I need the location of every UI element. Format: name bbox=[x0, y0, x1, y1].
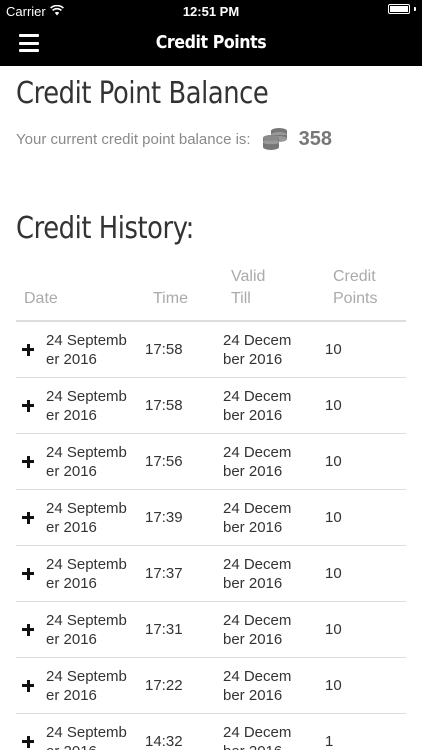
plus-icon[interactable] bbox=[22, 735, 34, 748]
cell-credit-points: 1 bbox=[325, 713, 406, 750]
date-text: 24 September 2016 bbox=[46, 723, 127, 750]
cell-date: 24 September 2016 bbox=[16, 489, 145, 546]
column-header-time: Time bbox=[145, 266, 223, 322]
cell-time: 14:32 bbox=[145, 713, 223, 750]
table-row[interactable]: 24 September 2016 17:58 24 December 2016 10 bbox=[16, 321, 406, 378]
cell-credit-points: 10 bbox=[325, 545, 406, 602]
cell-valid-till: 24 December 2016 bbox=[223, 489, 325, 546]
battery-icon bbox=[388, 4, 410, 14]
cell-valid-till: 24 December 2016 bbox=[223, 377, 325, 434]
cell-time: 17:37 bbox=[145, 545, 223, 602]
date-text: 24 September 2016 bbox=[46, 499, 127, 536]
cell-valid-till: 24 December 2016 bbox=[223, 321, 325, 378]
column-header-credit-points: Credit Points bbox=[325, 266, 406, 322]
plus-icon[interactable] bbox=[22, 455, 34, 468]
balance-label: Your current credit point balance is: bbox=[16, 130, 251, 148]
date-text: 24 September 2016 bbox=[46, 387, 127, 424]
cell-valid-till: 24 December 2016 bbox=[223, 601, 325, 658]
valid-till-text: 24 December 2016 bbox=[223, 331, 292, 368]
cell-date: 24 September 2016 bbox=[16, 601, 145, 658]
valid-till-text: 24 December 2016 bbox=[223, 667, 292, 704]
cell-credit-points: 10 bbox=[325, 377, 406, 434]
cell-date: 24 September 2016 bbox=[16, 713, 145, 750]
date-text: 24 September 2016 bbox=[46, 331, 127, 368]
table-row[interactable]: 24 September 2016 17:37 24 December 2016 10 bbox=[16, 545, 406, 602]
cell-date: 24 September 2016 bbox=[16, 657, 145, 714]
coins-stack-icon bbox=[261, 127, 289, 151]
table-row[interactable]: 24 September 2016 17:22 24 December 2016 10 bbox=[16, 657, 406, 714]
column-header-valid-till: Valid Till bbox=[223, 266, 325, 322]
cell-time: 17:58 bbox=[145, 377, 223, 434]
valid-till-text: 24 December 2016 bbox=[223, 555, 292, 592]
status-bar: Carrier 12:51 PM bbox=[0, 0, 422, 22]
status-time: 12:51 PM bbox=[182, 4, 240, 19]
valid-till-text: 24 December 2016 bbox=[223, 499, 292, 536]
cell-time: 17:56 bbox=[145, 433, 223, 490]
history-title: Credit History: bbox=[16, 211, 194, 246]
cell-time: 17:58 bbox=[145, 321, 223, 378]
cell-time: 17:31 bbox=[145, 601, 223, 658]
credit-points-screen: Carrier 12:51 PM Credit Points Credit Po… bbox=[0, 0, 422, 750]
column-header-date: Date bbox=[16, 266, 145, 322]
cell-time: 17:39 bbox=[145, 489, 223, 546]
cell-valid-till: 24 December 2016 bbox=[223, 545, 325, 602]
plus-icon[interactable] bbox=[22, 623, 34, 636]
cell-date: 24 September 2016 bbox=[16, 433, 145, 490]
status-right bbox=[388, 4, 416, 14]
cell-time: 17:22 bbox=[145, 657, 223, 714]
cell-date: 24 September 2016 bbox=[16, 321, 145, 378]
valid-till-text: 24 December 2016 bbox=[223, 387, 292, 424]
balance-title: Credit Point Balance bbox=[16, 76, 269, 111]
cell-date: 24 September 2016 bbox=[16, 377, 145, 434]
cell-credit-points: 10 bbox=[325, 657, 406, 714]
valid-till-text: 24 December 2016 bbox=[223, 723, 292, 750]
table-row[interactable]: 24 September 2016 14:3224 December 2016 1 bbox=[16, 713, 406, 750]
plus-icon[interactable] bbox=[22, 567, 34, 580]
cell-date: 24 September 2016 bbox=[16, 545, 145, 602]
cell-credit-points: 10 bbox=[325, 433, 406, 490]
battery-level bbox=[390, 6, 408, 12]
top-bar: Carrier 12:51 PM Credit Points bbox=[0, 0, 422, 66]
plus-icon[interactable] bbox=[22, 343, 34, 356]
cell-credit-points: 10 bbox=[325, 489, 406, 546]
plus-icon[interactable] bbox=[22, 679, 34, 692]
main-content: Credit Point Balance Your current credit… bbox=[0, 76, 422, 750]
valid-till-text: 24 December 2016 bbox=[223, 611, 292, 648]
cell-credit-points: 10 bbox=[325, 321, 406, 378]
table-body: 24 September 2016 17:58 24 December 2016 10… bbox=[16, 321, 406, 750]
balance-value: 358 bbox=[298, 127, 332, 150]
cell-valid-till: 24 December 2016 bbox=[223, 433, 325, 490]
credit-history-table: Date Time Valid Till Credit Points 24 Se… bbox=[16, 266, 406, 750]
date-text: 24 September 2016 bbox=[46, 667, 127, 704]
cell-credit-points: 10 bbox=[325, 601, 406, 658]
valid-till-text: 24 December 2016 bbox=[223, 443, 292, 480]
balance-row: Your current credit point balance is: 35… bbox=[16, 127, 406, 151]
cell-valid-till: 24 December 2016 bbox=[223, 657, 325, 714]
nav-title: Credit Points bbox=[155, 32, 267, 53]
date-text: 24 September 2016 bbox=[46, 611, 127, 648]
table-row[interactable]: 24 September 2016 17:39 24 December 2016 10 bbox=[16, 489, 406, 546]
navigation-bar: Credit Points bbox=[0, 22, 422, 66]
battery-tip bbox=[414, 7, 416, 11]
table-row[interactable]: 24 September 2016 17:31 24 December 2016 10 bbox=[16, 601, 406, 658]
cell-valid-till: 24 December 2016 bbox=[223, 713, 325, 750]
date-text: 24 September 2016 bbox=[46, 443, 127, 480]
table-header-row: Date Time Valid Till Credit Points bbox=[16, 266, 406, 322]
table-row[interactable]: 24 September 2016 17:56 24 December 2016 10 bbox=[16, 433, 406, 490]
table-row[interactable]: 24 September 2016 17:58 24 December 2016 10 bbox=[16, 377, 406, 434]
plus-icon[interactable] bbox=[22, 511, 34, 524]
date-text: 24 September 2016 bbox=[46, 555, 127, 592]
plus-icon[interactable] bbox=[22, 399, 34, 412]
